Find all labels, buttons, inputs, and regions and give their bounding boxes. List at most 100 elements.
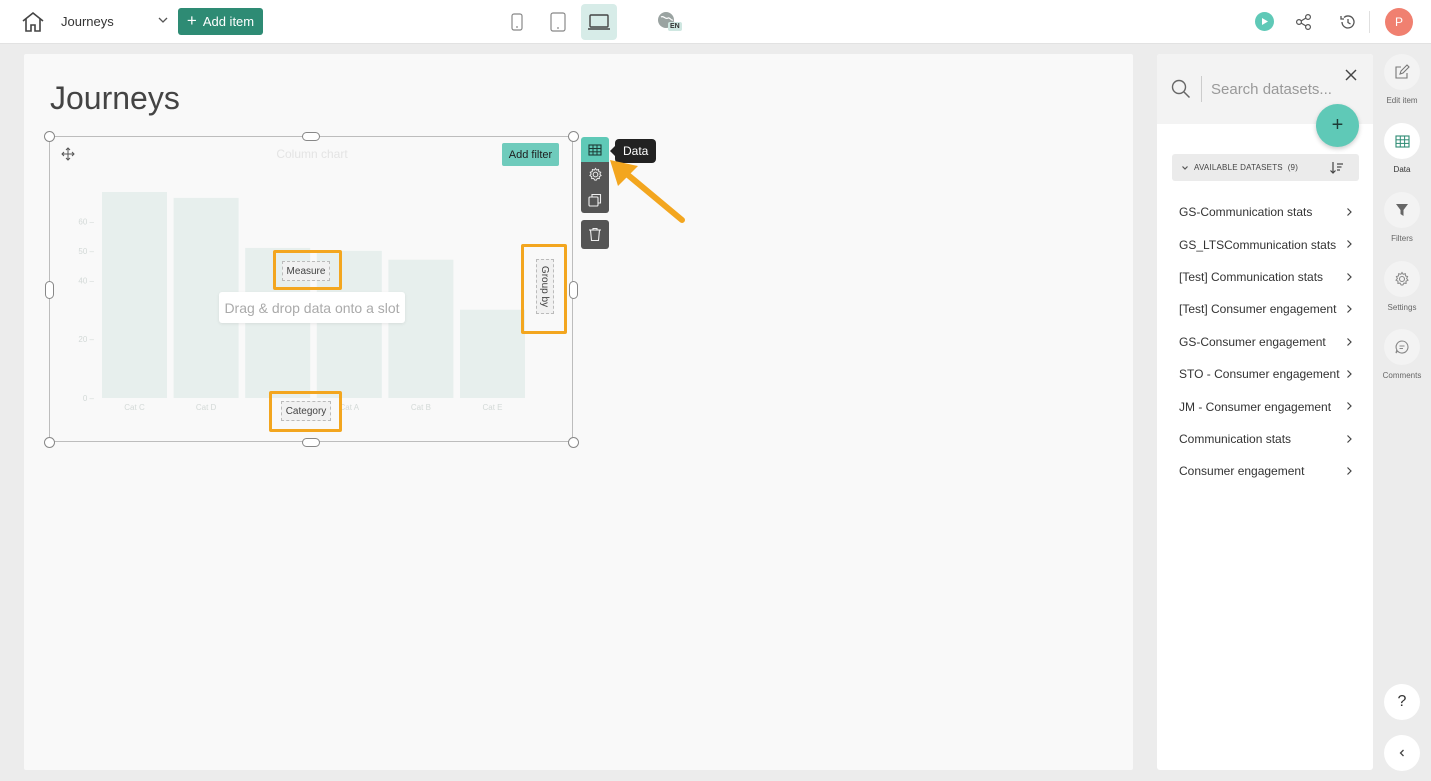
page-title[interactable]: Journeys bbox=[50, 80, 180, 117]
drag-drop-hint: Drag & drop data onto a slot bbox=[219, 292, 405, 323]
dataset-item[interactable]: GS-Communication stats bbox=[1172, 196, 1359, 228]
available-count: (9) bbox=[1287, 163, 1299, 172]
dataset-item[interactable]: JM - Consumer engagement bbox=[1172, 390, 1359, 422]
play-icon bbox=[1262, 18, 1268, 25]
chevron-right-icon bbox=[1347, 370, 1352, 378]
dataset-search-input[interactable] bbox=[1211, 78, 1331, 100]
x-tick-label: Cat B bbox=[411, 403, 431, 412]
mobile-view-button[interactable] bbox=[499, 4, 535, 40]
x-tick-label: Cat D bbox=[196, 403, 217, 412]
y-tick-label: 40 – bbox=[78, 276, 94, 285]
rail-comments-button[interactable] bbox=[1384, 329, 1420, 365]
callout-arrow-icon bbox=[610, 160, 685, 223]
dataset-item-label: Communication stats bbox=[1179, 431, 1292, 446]
x-tick-label: Cat E bbox=[482, 403, 502, 412]
chart-bar bbox=[388, 259, 454, 398]
resize-handle-bottom-right[interactable] bbox=[568, 437, 579, 448]
history-icon bbox=[1340, 15, 1355, 29]
home-icon[interactable] bbox=[20, 10, 46, 34]
filter-icon bbox=[1396, 204, 1408, 216]
dataset-item-label: Consumer engagement bbox=[1179, 464, 1305, 479]
dataset-list: GS-Communication stats GS_LTSCommunicatio… bbox=[1172, 196, 1359, 488]
resize-handle-top-right[interactable] bbox=[568, 131, 579, 142]
chart-bar bbox=[102, 192, 167, 398]
dataset-item[interactable]: [Test] Communication stats bbox=[1172, 261, 1359, 293]
dataset-item[interactable]: [Test] Consumer engagement bbox=[1172, 293, 1359, 325]
resize-handle-right[interactable] bbox=[569, 281, 578, 299]
dataset-item-label: [Test] Consumer engagement bbox=[1179, 302, 1337, 317]
rail-data-label: Data bbox=[1393, 165, 1411, 174]
dataset-item[interactable]: GS-Consumer engagement bbox=[1172, 326, 1359, 358]
add-dataset-button[interactable]: + bbox=[1316, 104, 1359, 147]
chevron-right-icon bbox=[1347, 305, 1352, 314]
close-icon[interactable] bbox=[1344, 68, 1358, 82]
table-icon bbox=[1394, 134, 1410, 148]
dataset-item[interactable]: STO - Consumer engagement bbox=[1172, 358, 1359, 390]
rail-filters-button[interactable] bbox=[1384, 192, 1420, 228]
chart-bar bbox=[460, 309, 525, 398]
chevron-down-icon bbox=[1182, 165, 1188, 170]
category-slot[interactable]: Category bbox=[281, 401, 331, 421]
available-datasets-label: AVAILABLE DATASETS (9) bbox=[1194, 163, 1298, 172]
history-button[interactable] bbox=[1337, 11, 1359, 33]
group-by-label: Group by bbox=[539, 265, 551, 308]
divider bbox=[1201, 76, 1202, 102]
dataset-item-label: JM - Consumer engagement bbox=[1179, 399, 1332, 414]
mobile-icon bbox=[511, 13, 523, 31]
resize-handle-bottom[interactable] bbox=[302, 438, 320, 447]
dataset-item[interactable]: GS_LTSCommunication stats bbox=[1172, 228, 1359, 260]
laptop-icon bbox=[588, 14, 610, 30]
chevron-left-icon bbox=[1399, 749, 1404, 757]
measure-slot[interactable]: Measure bbox=[282, 261, 330, 281]
preview-button[interactable] bbox=[1255, 12, 1274, 31]
add-item-label: Add item bbox=[202, 14, 255, 29]
chevron-right-icon bbox=[1347, 434, 1352, 443]
rail-edit-item-button[interactable] bbox=[1384, 54, 1420, 90]
available-label-text: AVAILABLE DATASETS bbox=[1194, 163, 1283, 172]
group-by-slot[interactable]: Group by bbox=[536, 259, 554, 314]
rail-edit-item-label: Edit item bbox=[1386, 96, 1418, 105]
dataset-item-label: GS-Consumer engagement bbox=[1179, 334, 1326, 349]
chevron-right-icon bbox=[1347, 208, 1352, 216]
move-icon[interactable] bbox=[61, 147, 75, 161]
resize-handle-left[interactable] bbox=[45, 281, 54, 299]
desktop-view-button[interactable] bbox=[581, 4, 617, 40]
search-icon bbox=[1171, 79, 1191, 99]
chevron-right-icon bbox=[1347, 240, 1352, 249]
resize-handle-bottom-left[interactable] bbox=[44, 437, 55, 448]
resize-handle-top-left[interactable] bbox=[44, 131, 55, 142]
help-button[interactable]: ? bbox=[1384, 684, 1420, 720]
add-item-button[interactable]: + Add item bbox=[178, 8, 263, 35]
top-bar: Journeys + Add item EN P bbox=[0, 0, 1431, 44]
comment-icon bbox=[1395, 340, 1409, 354]
y-tick-label: 60 – bbox=[78, 217, 94, 226]
collapse-panel-button[interactable] bbox=[1384, 735, 1420, 771]
tablet-view-button[interactable] bbox=[540, 4, 576, 40]
dataset-item[interactable]: Communication stats bbox=[1172, 423, 1359, 455]
chart-title: Column chart bbox=[276, 147, 348, 161]
available-datasets-header[interactable]: AVAILABLE DATASETS (9) bbox=[1172, 154, 1359, 181]
edit-icon bbox=[1395, 64, 1410, 79]
sort-icon[interactable] bbox=[1329, 160, 1344, 175]
rail-comments-label: Comments bbox=[1382, 371, 1422, 380]
rail-settings-button[interactable] bbox=[1384, 261, 1420, 297]
resize-handle-top[interactable] bbox=[302, 132, 320, 141]
avatar[interactable]: P bbox=[1385, 8, 1413, 36]
y-tick-label: 0 – bbox=[83, 394, 95, 403]
dataset-item-label: GS-Communication stats bbox=[1179, 205, 1313, 220]
add-filter-button[interactable]: Add filter bbox=[502, 143, 559, 166]
rail-filters-label: Filters bbox=[1391, 234, 1413, 243]
language-selector[interactable]: EN bbox=[656, 10, 682, 36]
share-icon bbox=[1295, 13, 1312, 31]
dataset-item[interactable]: Consumer engagement bbox=[1172, 455, 1359, 487]
chevron-down-icon[interactable] bbox=[157, 14, 169, 26]
share-button[interactable] bbox=[1293, 11, 1315, 33]
dataset-item-label: STO - Consumer engagement bbox=[1179, 367, 1340, 382]
rail-data-button[interactable] bbox=[1384, 123, 1420, 159]
plus-icon: + bbox=[1331, 114, 1344, 136]
rail-settings-label: Settings bbox=[1387, 303, 1417, 312]
x-tick-label: Cat A bbox=[340, 403, 360, 412]
journey-title[interactable]: Journeys bbox=[61, 14, 114, 29]
dataset-item-label: GS_LTSCommunication stats bbox=[1179, 237, 1337, 252]
chevron-right-icon bbox=[1347, 272, 1352, 281]
